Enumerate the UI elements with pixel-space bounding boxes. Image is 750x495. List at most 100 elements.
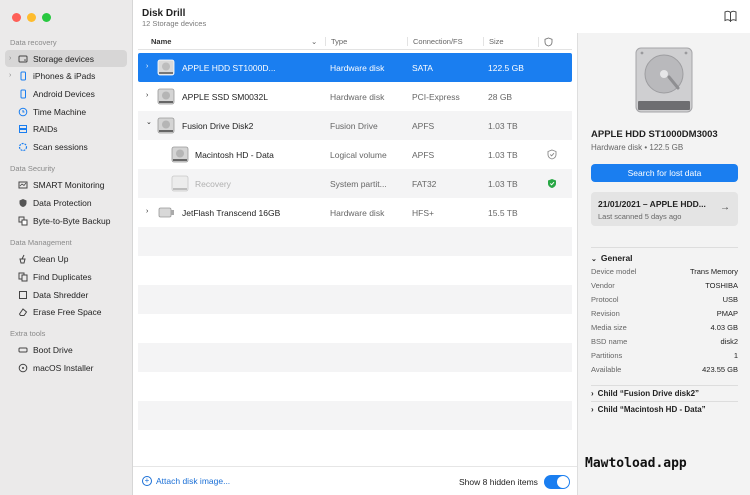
sidebar-item-label: Data Protection xyxy=(33,197,92,208)
expand-toggle[interactable]: ⌄ xyxy=(146,118,152,126)
child-fusion-drive-disk2[interactable]: › Child “Fusion Drive disk2” xyxy=(591,385,738,398)
column-header-protection[interactable] xyxy=(538,37,553,47)
child-macintosh-hd-data[interactable]: › Child “Macintosh HD - Data” xyxy=(591,401,738,414)
attach-disk-image-link[interactable]: + Attach disk image... xyxy=(142,476,230,486)
sidebar-item-time-machine[interactable]: Time Machine xyxy=(5,103,127,120)
empty-row xyxy=(138,227,572,256)
sidebar-item-scan-sessions[interactable]: Scan sessions xyxy=(5,138,127,155)
child-label: Child “Fusion Drive disk2” xyxy=(597,389,700,398)
sidebar-item-smart-monitoring[interactable]: SMART Monitoring xyxy=(5,176,127,193)
sidebar-item-clean-up[interactable]: Clean Up xyxy=(5,250,127,267)
sidebar-item-label: iPhones & iPads xyxy=(33,70,96,81)
sidebar-item-erase-free-space[interactable]: Erase Free Space xyxy=(5,303,127,320)
property-vendor: Vendor TOSHIBA xyxy=(591,281,738,290)
sidebar: Data recovery › Storage devices › iPhone… xyxy=(0,0,133,495)
table-row-jetflash[interactable]: › JetFlash Transcend 16GB Hardware disk … xyxy=(138,198,572,227)
device-size: 28 GB xyxy=(488,92,513,102)
session-title: 21/01/2021 – APPLE HDD... xyxy=(598,199,706,209)
sidebar-item-label: Storage devices xyxy=(33,53,94,64)
table-row-apple-hdd[interactable]: › APPLE HDD ST1000D... Hardware disk SAT… xyxy=(138,53,572,82)
device-connection: PCI-Express xyxy=(412,92,460,102)
search-lost-data-button[interactable]: Search for lost data xyxy=(591,164,738,182)
column-header-type[interactable]: Type xyxy=(325,37,347,46)
property-partitions: Partitions 1 xyxy=(591,351,738,360)
expand-toggle[interactable]: › xyxy=(146,63,148,70)
scan-session-card[interactable]: 21/01/2021 – APPLE HDD... Last scanned 5… xyxy=(591,192,738,226)
device-size: 1.03 TB xyxy=(488,179,518,189)
table-row-recovery[interactable]: Recovery System partit... FAT32 1.03 TB xyxy=(138,169,572,198)
device-type: Hardware disk xyxy=(330,92,385,102)
property-media-size: Media size 4.03 GB xyxy=(591,323,738,332)
general-section-header[interactable]: ⌄ General xyxy=(591,247,738,263)
plus-circle-icon: + xyxy=(142,476,152,486)
device-size: 1.03 TB xyxy=(488,121,518,131)
iphone-icon xyxy=(18,71,28,81)
bottom-bar: + Attach disk image... Show 8 hidden ite… xyxy=(133,466,577,495)
hard-disk-icon xyxy=(157,59,175,76)
section-title-extra-tools: Extra tools xyxy=(10,329,46,338)
device-name: APPLE SSD SM0032L xyxy=(182,92,268,102)
window-controls xyxy=(12,13,51,22)
minimize-window-button[interactable] xyxy=(27,13,36,22)
column-header-connection[interactable]: Connection/FS xyxy=(407,37,463,46)
device-size: 15.5 TB xyxy=(488,208,518,218)
sidebar-item-byte-backup[interactable]: Byte-to-Byte Backup xyxy=(5,212,127,229)
shredder-icon xyxy=(18,290,28,300)
section-title-data-management: Data Management xyxy=(10,238,72,247)
device-name: Macintosh HD - Data xyxy=(195,150,274,160)
shield-outline-icon[interactable] xyxy=(547,149,557,160)
table-row-macintosh-hd-data[interactable]: Macintosh HD - Data Logical volume APFS … xyxy=(138,140,572,169)
sidebar-item-label: Android Devices xyxy=(33,88,95,99)
toggle-knob xyxy=(557,476,569,488)
shield-icon xyxy=(544,37,553,47)
selected-disk-name: APPLE HDD ST1000DM3003 xyxy=(591,129,718,140)
property-available: Available 423.55 GB xyxy=(591,365,738,374)
sidebar-item-label: SMART Monitoring xyxy=(33,179,105,190)
sidebar-item-data-protection[interactable]: Data Protection xyxy=(5,194,127,211)
table-row-fusion-drive[interactable]: ⌄ Fusion Drive Disk2 Fusion Drive APFS 1… xyxy=(138,111,572,140)
close-window-button[interactable] xyxy=(12,13,21,22)
storage-device-icon xyxy=(18,54,28,64)
device-type: Hardware disk xyxy=(330,208,385,218)
details-panel: APPLE HDD ST1000DM3003 Hardware disk • 1… xyxy=(577,33,750,495)
sidebar-item-iphones[interactable]: › iPhones & iPads xyxy=(5,67,127,84)
chevron-right-icon[interactable]: › xyxy=(9,55,16,62)
sidebar-item-label: Erase Free Space xyxy=(33,306,102,317)
show-hidden-toggle[interactable] xyxy=(544,475,570,489)
expand-toggle[interactable]: › xyxy=(146,92,148,99)
column-header-name[interactable]: Name xyxy=(151,37,171,46)
device-type: Fusion Drive xyxy=(330,121,378,131)
sidebar-item-find-duplicates[interactable]: Find Duplicates xyxy=(5,268,127,285)
shield-check-icon[interactable] xyxy=(547,178,557,189)
session-subtitle: Last scanned 5 days ago xyxy=(598,212,682,221)
table-header: Name ⌄ Type Connection/FS Size xyxy=(138,33,572,50)
boot-drive-icon xyxy=(18,345,28,355)
sidebar-item-data-shredder[interactable]: Data Shredder xyxy=(5,286,127,303)
device-type: System partit... xyxy=(330,179,387,189)
watermark-text: Mawtoload.app xyxy=(585,456,687,471)
volume-icon xyxy=(171,175,189,192)
table-row-apple-ssd[interactable]: › APPLE SSD SM0032L Hardware disk PCI-Ex… xyxy=(138,82,572,111)
volume-icon xyxy=(171,146,189,163)
android-device-icon xyxy=(18,89,28,99)
section-title-data-recovery: Data recovery xyxy=(10,38,57,47)
property-protocol: Protocol USB xyxy=(591,295,738,304)
device-name: Fusion Drive Disk2 xyxy=(182,121,254,131)
show-hidden-label: Show 8 hidden items xyxy=(459,477,538,487)
sidebar-item-raids[interactable]: RAIDs xyxy=(5,120,127,137)
chevron-right-icon[interactable]: › xyxy=(9,72,16,79)
column-header-size[interactable]: Size xyxy=(483,37,504,46)
book-icon[interactable] xyxy=(724,10,737,22)
device-type: Hardware disk xyxy=(330,63,385,73)
sidebar-item-boot-drive[interactable]: Boot Drive xyxy=(5,341,127,358)
chevron-down-icon[interactable]: ⌄ xyxy=(311,37,317,46)
property-revision: Revision PMAP xyxy=(591,309,738,318)
expand-toggle[interactable]: › xyxy=(146,208,148,215)
zoom-window-button[interactable] xyxy=(42,13,51,22)
empty-row xyxy=(138,343,572,372)
scan-sessions-icon xyxy=(18,142,28,152)
sidebar-item-macos-installer[interactable]: macOS Installer xyxy=(5,359,127,376)
sidebar-item-android[interactable]: Android Devices xyxy=(5,85,127,102)
backup-icon xyxy=(18,216,28,226)
sidebar-item-storage-devices[interactable]: › Storage devices xyxy=(5,50,127,67)
